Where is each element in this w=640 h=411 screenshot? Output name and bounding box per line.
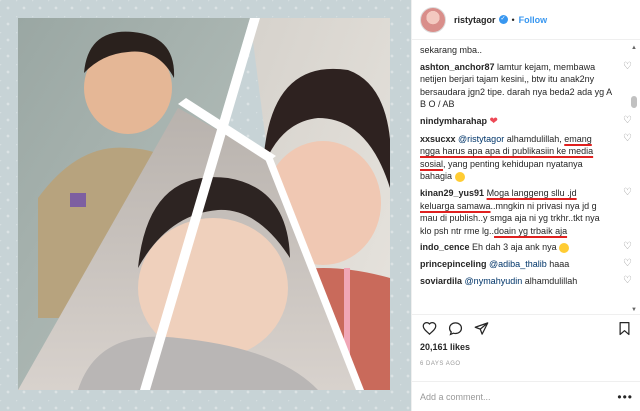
avatar[interactable] <box>420 6 446 33</box>
comment-username[interactable]: ashton_anchor87 <box>420 62 495 72</box>
save-bookmark-icon[interactable] <box>615 320 633 338</box>
comment-username[interactable]: indo_cence <box>420 242 470 252</box>
add-comment-input[interactable] <box>420 391 618 402</box>
post-photo-collage[interactable] <box>18 18 390 390</box>
verified-badge-icon: ✓ <box>498 15 508 24</box>
collage-photo <box>18 18 390 390</box>
comment-mention[interactable]: @ristytagor <box>458 134 504 144</box>
share-paper-plane-icon[interactable] <box>472 320 490 338</box>
comment-text: alhamdulillah, <box>504 133 565 144</box>
comment-text: Eh dah 3 aja ank nya <box>472 242 557 253</box>
comments-scrollbar[interactable]: ▲ ▼ <box>630 44 638 314</box>
comment-username[interactable]: kinan29_yus91 <box>420 188 484 198</box>
comment-text: haaa <box>546 258 570 269</box>
comment-underlined-text: doain yg trbaik aja <box>494 225 568 236</box>
follow-button[interactable]: Follow <box>519 15 548 25</box>
add-comment-bar: ••• <box>412 381 640 411</box>
comment-username[interactable]: princepinceling <box>420 259 487 269</box>
comment-text: alhamdulillah <box>522 275 578 286</box>
post-header: ristytagor ✓ • Follow <box>412 0 640 40</box>
comment-text: , yang penting kehidupan nyatanya bahagi… <box>420 158 583 182</box>
smiley-emoji-icon <box>454 171 465 182</box>
likes-count[interactable]: 20,161 likes <box>420 342 470 352</box>
comment-bubble-icon[interactable] <box>446 320 464 338</box>
comment-username[interactable]: soviardila <box>420 276 462 286</box>
scroll-down-arrow-icon[interactable]: ▼ <box>630 306 638 314</box>
red-heart-emoji-icon: ❤ <box>489 115 498 127</box>
comment-item: indo_cence Eh dah 3 aja ank nya ♡ <box>420 241 632 254</box>
comment-username[interactable]: xxsucxx <box>420 134 456 144</box>
header-separator: • <box>511 14 515 25</box>
like-heart-icon[interactable] <box>420 320 438 338</box>
more-options-icon[interactable]: ••• <box>617 390 633 404</box>
comment-item: sekarang mba.. <box>420 44 619 57</box>
post-side-panel: ristytagor ✓ • Follow sekarang mba.. ash… <box>411 0 640 411</box>
comment-item: kinan29_yus91 Moga langgeng sllu .jd kel… <box>420 187 632 237</box>
comment-mention[interactable]: @nymahyudin <box>465 276 523 286</box>
scroll-up-arrow-icon[interactable]: ▲ <box>630 44 638 52</box>
comment-item: xxsucxx @ristytagor alhamdulillah, emang… <box>420 133 632 183</box>
comments-list: sekarang mba.. ashton_anchor87 lamtur ke… <box>412 40 640 312</box>
comment-username[interactable]: nindymharahap <box>420 116 487 126</box>
comment-mention[interactable]: @adiba_thalib <box>489 259 547 269</box>
post-image-area <box>0 0 411 411</box>
grinning-emoji-icon <box>559 242 570 253</box>
comment-item: nindymharahap ❤ ♡ <box>420 115 632 129</box>
scroll-track[interactable] <box>630 52 638 306</box>
comment-item: ashton_anchor87 lamtur kejam, membawa ne… <box>420 61 632 111</box>
scroll-thumb[interactable] <box>631 96 637 108</box>
comment-item: soviardila @nymahyudin alhamdulillah ♡ <box>420 275 632 288</box>
comment-item: princepinceling @adiba_thalib haaa ♡ <box>420 258 632 271</box>
comment-text: sekarang mba.. <box>420 45 483 55</box>
post-time-ago: 6 DAYS AGO <box>420 361 461 367</box>
post-actions-bar <box>412 314 640 342</box>
header-username[interactable]: ristytagor <box>454 15 496 25</box>
